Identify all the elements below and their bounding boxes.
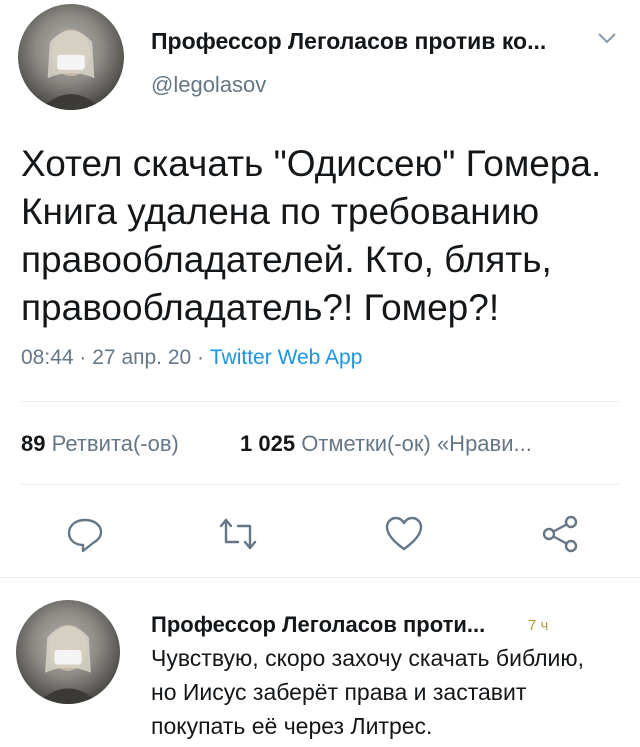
author-name[interactable]: Профессор Леголасов против ко... xyxy=(151,28,546,55)
reply-author-name[interactable]: Профессор Леголасов проти... xyxy=(151,612,485,638)
retweets-count: 89 xyxy=(21,431,46,456)
like-icon[interactable] xyxy=(382,512,426,556)
divider xyxy=(21,484,619,485)
share-icon[interactable] xyxy=(538,512,582,556)
separator: · xyxy=(197,346,205,369)
divider xyxy=(0,577,640,578)
tweet-date: 27 апр. 20 xyxy=(92,346,192,369)
author-handle[interactable]: @legolasov xyxy=(151,72,266,98)
tweet-text: Хотел скачать "Одиссею" Гомера. Книга уд… xyxy=(21,143,602,328)
retweet-icon[interactable] xyxy=(216,512,260,556)
likes-stat[interactable]: 1 025 Отметки(-ок) «Нрави... xyxy=(240,431,532,457)
avatar[interactable] xyxy=(18,4,124,110)
divider xyxy=(21,401,619,402)
retweets-stat[interactable]: 89 Ретвита(-ов) xyxy=(21,431,179,457)
tweet-meta: 08:44 · 27 апр. 20 · Twitter Web App xyxy=(21,346,362,370)
chevron-down-icon[interactable] xyxy=(596,30,618,46)
tweet-source-link[interactable]: Twitter Web App xyxy=(210,346,363,369)
separator: · xyxy=(79,346,87,369)
likes-count: 1 025 xyxy=(240,431,296,456)
tweet-time: 08:44 xyxy=(21,346,74,369)
reply-icon[interactable] xyxy=(63,512,107,556)
reply-text: Чувствую, скоро захочу скачать библию, н… xyxy=(151,645,584,739)
retweets-label: Ретвита(-ов) xyxy=(51,431,179,456)
likes-label: Отметки(-ок) «Нрави... xyxy=(301,431,532,456)
avatar[interactable] xyxy=(16,600,120,704)
reply-timestamp: 7 ч xyxy=(528,617,549,634)
